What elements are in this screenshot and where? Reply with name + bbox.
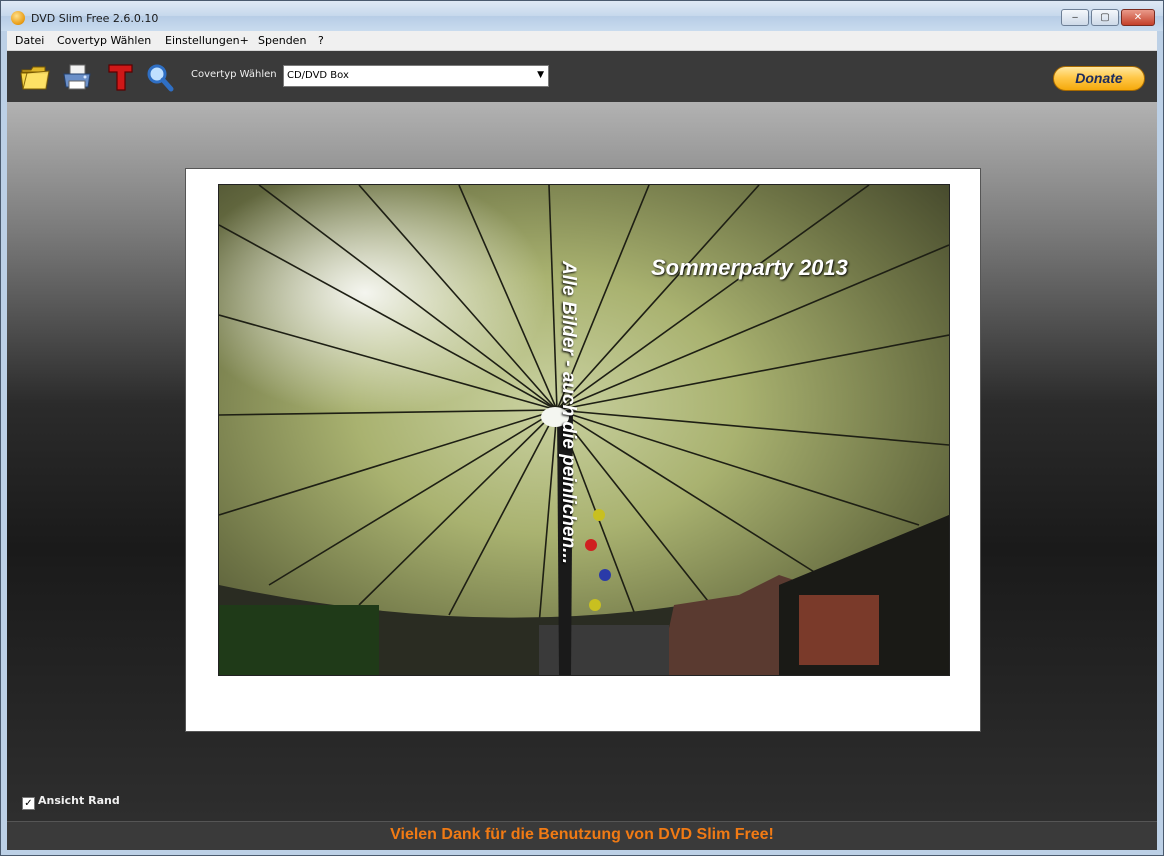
border-view-checkbox[interactable]: ✓ bbox=[22, 797, 35, 810]
app-window: DVD Slim Free 2.6.0.10 ‒ ▢ ✕ Datei Cover… bbox=[0, 0, 1164, 856]
folder-open-icon[interactable] bbox=[19, 62, 51, 92]
minimize-button[interactable]: ‒ bbox=[1061, 9, 1089, 26]
menu-spenden[interactable]: Spenden bbox=[258, 34, 306, 47]
cover-vertical-text[interactable]: Alle Bilder - auch die peinlichen... bbox=[558, 261, 579, 564]
toolbar: Covertyp Wählen CD/DVD Box ▼ Donate bbox=[7, 51, 1157, 102]
border-view-option[interactable]: ✓ Ansicht Rand bbox=[22, 794, 120, 810]
preview-canvas: Sommerparty 2013 Alle Bilder - auch die … bbox=[7, 102, 1157, 821]
border-view-label: Ansicht Rand bbox=[38, 794, 120, 807]
menu-datei[interactable]: Datei bbox=[15, 34, 44, 47]
close-button[interactable]: ✕ bbox=[1121, 9, 1155, 26]
menu-help[interactable]: ? bbox=[318, 34, 324, 47]
cover-type-select[interactable]: CD/DVD Box ▼ bbox=[283, 65, 549, 87]
cover-type-value: CD/DVD Box bbox=[287, 70, 349, 81]
menu-bar: Datei Covertyp Wählen Einstellungen+ Spe… bbox=[7, 31, 1157, 51]
status-bar: Vielen Dank für die Benutzung von DVD Sl… bbox=[7, 821, 1157, 850]
text-icon[interactable] bbox=[105, 62, 137, 92]
donate-button[interactable]: Donate bbox=[1053, 66, 1145, 91]
cover-type-label: Covertyp Wählen bbox=[191, 69, 277, 80]
title-bar[interactable]: DVD Slim Free 2.6.0.10 ‒ ▢ ✕ bbox=[1, 1, 1163, 31]
cover-photo[interactable]: Sommerparty 2013 Alle Bilder - auch die … bbox=[218, 184, 950, 676]
menu-einstellungen[interactable]: Einstellungen+ bbox=[165, 34, 249, 47]
chevron-down-icon: ▼ bbox=[537, 70, 544, 80]
app-icon bbox=[11, 11, 25, 25]
zoom-icon[interactable] bbox=[144, 62, 176, 92]
cover-title-text[interactable]: Sommerparty 2013 bbox=[651, 255, 848, 281]
status-message: Vielen Dank für die Benutzung von DVD Sl… bbox=[390, 826, 774, 843]
cover-paper: Sommerparty 2013 Alle Bilder - auch die … bbox=[185, 168, 981, 732]
window-title: DVD Slim Free 2.6.0.10 bbox=[31, 12, 159, 25]
printer-icon[interactable] bbox=[61, 62, 93, 92]
maximize-button[interactable]: ▢ bbox=[1091, 9, 1119, 26]
menu-covertyp-waehlen[interactable]: Covertyp Wählen bbox=[57, 34, 151, 47]
